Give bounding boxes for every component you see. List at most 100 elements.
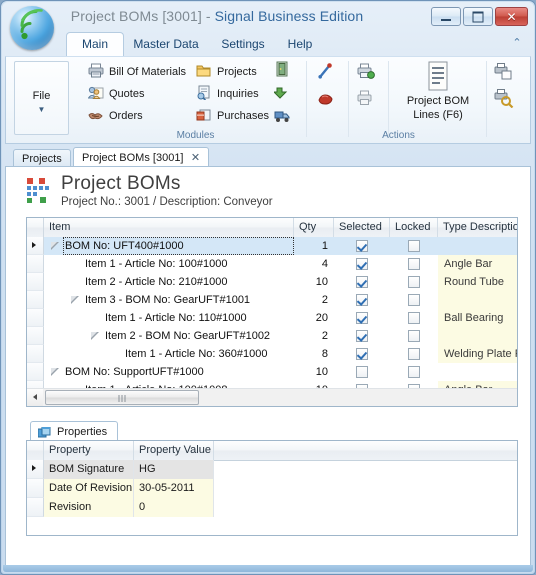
checkbox-selected[interactable] (356, 330, 368, 342)
blue-pin-icon[interactable] (316, 61, 342, 87)
maximize-button[interactable] (463, 7, 493, 26)
checkbox-selected[interactable] (356, 312, 368, 324)
document-tab-projects[interactable]: Projects (13, 149, 71, 167)
grid-horizontal-scrollbar[interactable] (27, 388, 517, 406)
checkbox-selected[interactable] (356, 348, 368, 360)
close-button[interactable]: ✕ (495, 7, 528, 26)
expand-collapse-icon[interactable] (51, 242, 60, 251)
properties-window-icon (37, 426, 51, 438)
document-tab-project-boms[interactable]: Project BOMs [3001] ✕ (73, 147, 209, 167)
cell-item[interactable]: Item 1 - Article No: 100#1000 (85, 255, 294, 273)
properties-row[interactable]: Revision 0 (27, 498, 517, 517)
file-menu-button[interactable]: File ▼ (14, 61, 69, 135)
scroll-left-arrow-icon[interactable] (27, 389, 43, 406)
cell-item[interactable]: Item 3 - BOM No: GearUFT#1001 (85, 291, 294, 309)
checkbox-locked[interactable] (408, 294, 420, 306)
ribbon-tab-master-data[interactable]: Master Data (126, 32, 206, 56)
module-projects[interactable]: Projects (196, 61, 257, 83)
cell-property-name[interactable]: BOM Signature (44, 460, 134, 479)
printer-green-icon[interactable] (356, 61, 382, 87)
cell-type-description[interactable]: Round Tube (438, 273, 517, 291)
grid-header-selected[interactable]: Selected (334, 218, 390, 237)
checkbox-selected[interactable] (356, 240, 368, 252)
cell-property-name[interactable]: Date Of Revision (44, 479, 134, 498)
cell-property-value[interactable]: HG (134, 460, 214, 479)
page-title: Project BOMs (61, 173, 181, 194)
cell-property-value[interactable]: 30-05-2011 (134, 479, 214, 498)
checkbox-selected[interactable] (356, 258, 368, 270)
checkbox-locked[interactable] (408, 366, 420, 378)
cell-qty[interactable]: 2 (294, 291, 334, 309)
minimize-button[interactable] (431, 7, 461, 26)
properties-row[interactable]: Date Of Revision 30-05-2011 (27, 479, 517, 498)
properties-row[interactable]: BOM Signature HG (27, 460, 517, 479)
cell-type-description[interactable] (438, 291, 517, 309)
properties-header-value[interactable]: Property Value (134, 441, 214, 460)
checkbox-locked[interactable] (408, 330, 420, 342)
cell-item[interactable]: Item 1 - Article No: 110#1000 (105, 309, 294, 327)
checkbox-locked[interactable] (408, 276, 420, 288)
expand-collapse-icon[interactable] (71, 296, 80, 305)
open-door-icon[interactable] (274, 60, 300, 86)
close-icon[interactable]: ✕ (190, 152, 202, 164)
table-row[interactable]: Item 1 - Article No: 100#1000 4 Angle Bar (27, 255, 517, 273)
table-row[interactable]: Item 3 - BOM No: GearUFT#1001 2 (27, 291, 517, 309)
expand-collapse-icon[interactable] (91, 332, 100, 341)
checkbox-selected[interactable] (356, 366, 368, 378)
cell-property-value[interactable]: 0 (134, 498, 214, 517)
module-purchases[interactable]: Purchases (196, 105, 269, 127)
window-title: Project BOMs [3001] - Signal Business Ed… (2, 8, 432, 24)
cell-type-description[interactable] (438, 363, 517, 381)
cell-item[interactable]: BOM No: SupportUFT#1000 (65, 363, 294, 381)
module-orders[interactable]: Orders (88, 105, 143, 127)
checkbox-locked[interactable] (408, 258, 420, 270)
expand-collapse-icon[interactable] (51, 368, 60, 377)
table-row[interactable]: Item 2 - BOM No: GearUFT#1002 2 (27, 327, 517, 345)
table-row[interactable]: Item 2 - Article No: 210#1000 10 Round Tub… (27, 273, 517, 291)
properties-header-property[interactable]: Property (44, 441, 134, 460)
cell-qty[interactable]: 20 (294, 309, 334, 327)
cell-type-description[interactable]: Ball Bearing (438, 309, 517, 327)
grid-header-item[interactable]: Item (44, 218, 294, 237)
table-row[interactable]: Item 1 - Article No: 360#1000 8 Welding Pl… (27, 345, 517, 363)
ribbon-tab-settings[interactable]: Settings (212, 32, 274, 56)
scrollbar-thumb[interactable] (45, 390, 199, 405)
printer-grey-icon[interactable] (356, 88, 382, 114)
red-cluster-icon[interactable] (316, 88, 342, 114)
cell-type-description[interactable]: Welding Plate Flange (438, 345, 517, 363)
cell-item[interactable]: Item 2 - BOM No: GearUFT#1002 (105, 327, 294, 345)
project-bom-lines-button[interactable]: Project BOM Lines (F6) (396, 61, 480, 121)
table-row[interactable]: BOM No: SupportUFT#1000 10 (27, 363, 517, 381)
collapse-ribbon-icon[interactable]: ⌃ (510, 36, 524, 50)
module-quotes[interactable]: Quotes (87, 83, 144, 105)
cell-item[interactable]: Item 1 - Article No: 360#1000 (125, 345, 294, 363)
cell-type-description[interactable]: Angle Bar (438, 255, 517, 273)
grid-header-locked[interactable]: Locked (390, 218, 438, 237)
cell-type-description[interactable] (438, 327, 517, 345)
cell-item[interactable]: Item 2 - Article No: 210#1000 (85, 273, 294, 291)
checkbox-locked[interactable] (408, 348, 420, 360)
checkbox-locked[interactable] (408, 240, 420, 252)
grid-header-qty[interactable]: Qty (294, 218, 334, 237)
cell-qty[interactable]: 4 (294, 255, 334, 273)
checkbox-selected[interactable] (356, 294, 368, 306)
module-inquiries[interactable]: Inquiries (196, 83, 259, 105)
ribbon-tab-help[interactable]: Help (278, 32, 322, 56)
cell-property-name[interactable]: Revision (44, 498, 134, 517)
module-bill-of-materials[interactable]: Bill Of Materials (88, 61, 186, 83)
cell-qty[interactable]: 2 (294, 327, 334, 345)
table-row[interactable]: BOM No: UFT400#1000 1 (27, 237, 517, 255)
cell-qty[interactable]: 10 (294, 273, 334, 291)
cell-type-description[interactable] (438, 237, 517, 255)
checkbox-locked[interactable] (408, 312, 420, 324)
cell-qty[interactable]: 10 (294, 363, 334, 381)
table-row[interactable]: Item 1 - Article No: 110#1000 20 Ball Bear… (27, 309, 517, 327)
checkbox-selected[interactable] (356, 276, 368, 288)
properties-tab[interactable]: Properties (30, 421, 119, 441)
grid-header-type-description[interactable]: Type Description (438, 218, 517, 237)
print-preview-icon[interactable] (494, 88, 520, 114)
ribbon-tab-main[interactable]: Main (66, 32, 124, 57)
cell-qty[interactable]: 1 (294, 237, 334, 255)
cell-qty[interactable]: 8 (294, 345, 334, 363)
print-copy-icon[interactable] (494, 61, 520, 87)
